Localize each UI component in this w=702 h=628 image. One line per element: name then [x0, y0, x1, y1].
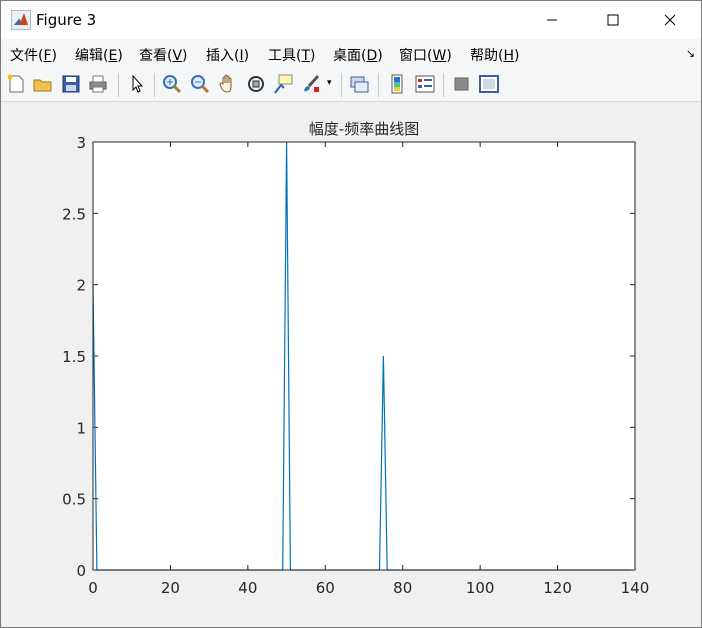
- toolbar-separator: [154, 73, 155, 97]
- x-tick-label: 40: [238, 579, 257, 597]
- brush-icon[interactable]: [300, 73, 322, 95]
- close-icon: [664, 14, 676, 26]
- toolbar-separator: [118, 73, 119, 97]
- rotate-3d-icon[interactable]: [245, 73, 267, 95]
- hide-plot-tools-icon[interactable]: [451, 73, 473, 95]
- x-tick-label: 80: [393, 579, 412, 597]
- x-tick-label: 120: [543, 579, 572, 597]
- show-plot-tools-icon[interactable]: [478, 73, 500, 95]
- menu-bar: 文件(F) 编辑(E) 查看(V) 插入(I) 工具(T) 桌面(D) 窗口(W…: [1, 39, 701, 69]
- maximize-button[interactable]: [590, 1, 636, 39]
- y-tick-label: 2: [76, 277, 86, 295]
- menu-desktop[interactable]: 桌面(D): [333, 45, 383, 65]
- maximize-icon: [607, 14, 619, 26]
- close-button[interactable]: [647, 1, 693, 39]
- legend-icon[interactable]: [414, 73, 436, 95]
- menu-file[interactable]: 文件(F): [10, 45, 57, 65]
- toolbar-separator: [378, 73, 379, 97]
- y-tick-label: 3: [76, 134, 86, 152]
- new-figure-icon[interactable]: [5, 73, 27, 95]
- chart-title: 幅度-频率曲线图: [309, 120, 419, 138]
- figure-window: Figure 3 文件(F) 编辑(E) 查看(V) 插入(I) 工具(T) 桌…: [0, 0, 702, 628]
- menu-edit[interactable]: 编辑(E): [75, 45, 123, 65]
- y-tick-label: 0.5: [62, 491, 86, 509]
- menu-overflow-arrow-icon[interactable]: ↘: [686, 47, 695, 60]
- colorbar-icon[interactable]: [386, 73, 408, 95]
- line-chart: 幅度-频率曲线图 0 20 40 60 80 100 120 140 0 0.5 1 1.5 2 2.5 3: [62, 120, 650, 597]
- x-tick-label: 20: [161, 579, 180, 597]
- zoom-out-icon[interactable]: [189, 73, 211, 95]
- save-icon[interactable]: [60, 73, 82, 95]
- x-tick-label: 0: [88, 579, 98, 597]
- y-tick-label: 1: [76, 419, 86, 437]
- x-tick-label: 100: [466, 579, 495, 597]
- brush-dropdown-icon[interactable]: ▾: [327, 78, 332, 88]
- minimize-button[interactable]: [529, 1, 575, 39]
- window-title: Figure 3: [36, 11, 97, 29]
- menu-help[interactable]: 帮助(H): [470, 45, 519, 65]
- y-tick-label: 2.5: [62, 205, 86, 223]
- y-tick-label: 0: [76, 562, 86, 580]
- axes-background: [93, 142, 635, 570]
- link-plot-icon[interactable]: [348, 73, 370, 95]
- menu-insert[interactable]: 插入(I): [206, 45, 249, 65]
- data-cursor-icon[interactable]: [273, 73, 295, 95]
- zoom-in-icon[interactable]: [161, 73, 183, 95]
- print-icon[interactable]: [87, 73, 109, 95]
- matlab-logo-icon: [11, 10, 31, 30]
- menu-window[interactable]: 窗口(W): [399, 45, 452, 65]
- figure-toolbar: ▾: [1, 69, 701, 102]
- toolbar-separator: [443, 73, 444, 97]
- x-tick-label: 60: [316, 579, 335, 597]
- pointer-icon[interactable]: [126, 73, 148, 95]
- open-file-icon[interactable]: [32, 73, 54, 95]
- figure-canvas: 幅度-频率曲线图 0 20 40 60 80 100 120 140 0 0.5 1 1.5 2 2.5 3: [1, 102, 701, 627]
- x-tick-label: 140: [621, 579, 650, 597]
- minimize-icon: [547, 19, 557, 21]
- y-tick-label: 1.5: [62, 348, 86, 366]
- toolbar-separator: [341, 73, 342, 97]
- title-bar: Figure 3: [1, 1, 701, 39]
- pan-hand-icon[interactable]: [217, 73, 239, 95]
- menu-view[interactable]: 查看(V): [139, 45, 188, 65]
- menu-tools[interactable]: 工具(T): [268, 45, 316, 65]
